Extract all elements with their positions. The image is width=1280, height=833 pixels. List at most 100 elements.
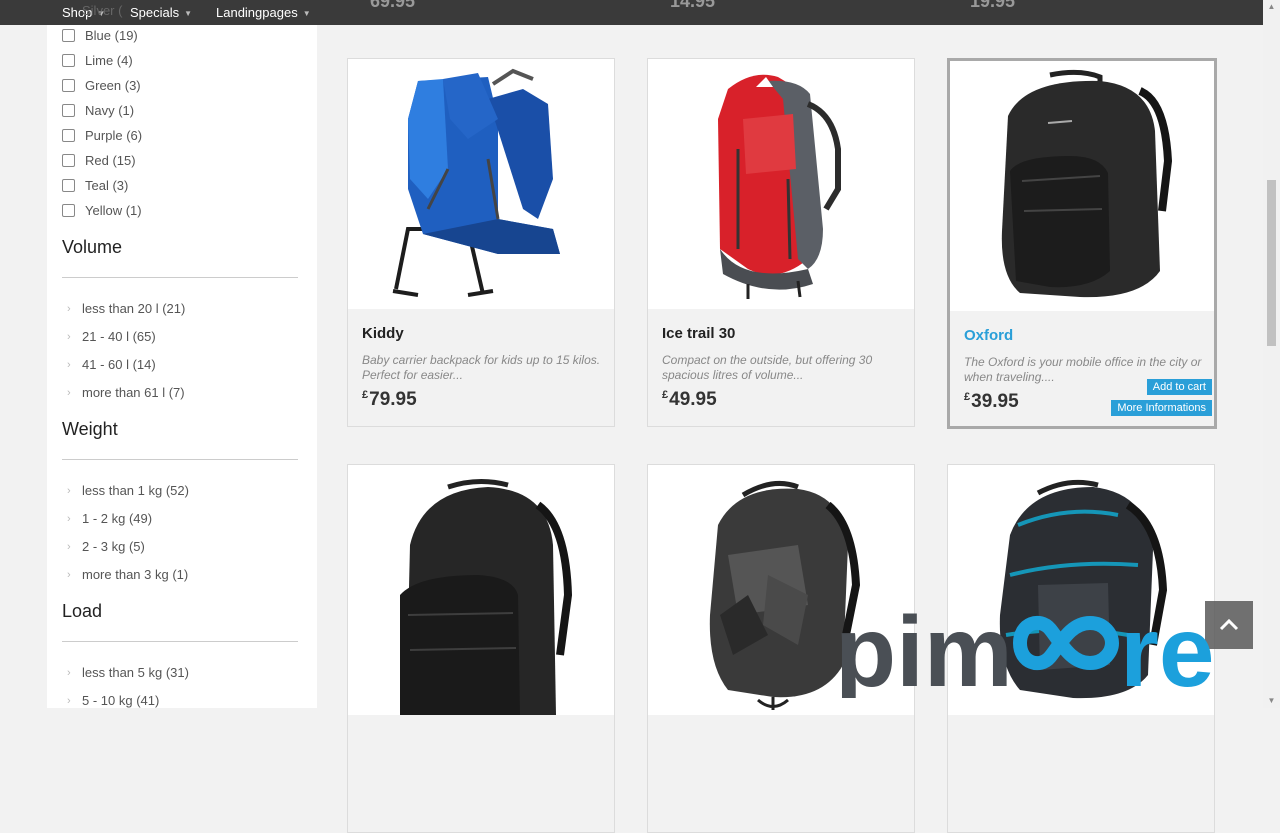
product-name[interactable]: Oxford (964, 327, 1013, 344)
color-label: Yellow (1) (85, 202, 142, 218)
color-label: Purple (6) (85, 127, 143, 143)
product-image[interactable] (348, 59, 614, 309)
filter-color-option[interactable]: Teal (3) (62, 176, 128, 194)
weight-filter-link[interactable]: › 2 - 3 kg (5) (67, 539, 145, 554)
filter-color-option[interactable]: Lime (4) (62, 51, 133, 69)
weight-option-label: less than 1 kg (52) (82, 483, 189, 498)
weight-option-label: more than 3 kg (1) (82, 567, 189, 582)
load-option-label: less than 5 kg (31) (82, 665, 189, 680)
product-name[interactable]: Ice trail 30 (662, 325, 735, 342)
black-office-backpack-icon (1001, 69, 1173, 298)
red-trekking-backpack-icon (718, 74, 841, 299)
currency-symbol: £ (362, 389, 369, 401)
product-image[interactable] (348, 465, 614, 715)
caret-down-icon: ▼ (184, 9, 193, 18)
product-card[interactable]: Kiddy Baby carrier backpack for kids up … (347, 58, 615, 427)
volume-filter-link[interactable]: › less than 20 l (21) (67, 301, 185, 316)
filter-color-option[interactable]: Yellow (1) (62, 201, 142, 219)
checkbox[interactable] (62, 53, 75, 67)
divider (62, 641, 298, 642)
weight-heading: Weight (62, 419, 118, 439)
color-label: Green (3) (85, 77, 141, 93)
product-price: £39.95 (964, 391, 1019, 413)
checkbox[interactable] (62, 78, 75, 92)
price-value: 49.95 (669, 389, 717, 410)
color-label: Teal (3) (85, 177, 129, 193)
product-description: Baby carrier backpack for kids up to 15 … (362, 353, 601, 382)
volume-option-label: 41 - 60 l (14) (82, 357, 156, 372)
product-image[interactable] (950, 61, 1214, 311)
scrolled-price: 69.95 (370, 0, 416, 11)
filter-color-option[interactable]: Purple (6) (62, 126, 142, 144)
filter-color-option[interactable]: Red (15) (62, 151, 136, 169)
chevron-right-icon: › (67, 666, 71, 679)
load-option-label: 5 - 10 kg (41) (82, 693, 160, 708)
product-card[interactable]: Ice trail 30 Compact on the outside, but… (647, 58, 915, 427)
scrolled-price: 19.95 (970, 0, 1016, 11)
checkbox[interactable] (62, 103, 75, 117)
volume-filter-link[interactable]: › 21 - 40 l (65) (67, 329, 156, 344)
product-image[interactable] (648, 59, 914, 309)
svg-text:re: re (1120, 596, 1215, 698)
top-navigation: Shop ▼ Specials ▼ Landingpages ▼ (0, 0, 1263, 25)
chevron-right-icon: › (67, 568, 71, 581)
checkbox[interactable] (62, 28, 75, 42)
weight-option-label: 2 - 3 kg (5) (82, 539, 145, 554)
scroll-thumb[interactable] (1267, 180, 1276, 346)
color-label: Lime (4) (85, 52, 133, 68)
nav-specials[interactable]: Specials ▼ (130, 0, 192, 25)
chevron-right-icon: › (67, 330, 71, 343)
product-card[interactable] (347, 464, 615, 833)
nav-landingpages[interactable]: Landingpages ▼ (216, 0, 311, 25)
price-value: 39.95 (971, 391, 1019, 412)
chevron-right-icon: › (67, 540, 71, 553)
price-value: 79.95 (369, 389, 417, 410)
filter-color-option[interactable]: Green (3) (62, 76, 141, 94)
chevron-right-icon: › (67, 358, 71, 371)
nav-landingpages-label: Landingpages (216, 5, 298, 20)
currency-symbol: £ (662, 389, 669, 401)
scrolled-price: 14.95 (670, 0, 716, 11)
chevron-right-icon: › (67, 512, 71, 525)
checkbox[interactable] (62, 178, 75, 192)
nav-specials-label: Specials (130, 5, 180, 20)
filter-color-option[interactable]: Blue (19) (62, 26, 138, 44)
black-backpack-icon (400, 479, 573, 715)
color-label: Blue (19) (85, 27, 138, 43)
weight-filter-link[interactable]: › 1 - 2 kg (49) (67, 511, 152, 526)
scrolled-filter-text: Silver ( (82, 3, 123, 18)
product-price: £79.95 (362, 389, 417, 411)
weight-filter-link[interactable]: › less than 1 kg (52) (67, 483, 189, 498)
volume-filter-link[interactable]: › more than 61 l (7) (67, 385, 185, 400)
currency-symbol: £ (964, 391, 971, 403)
checkbox[interactable] (62, 153, 75, 167)
divider (62, 277, 298, 278)
product-card-active[interactable]: Oxford The Oxford is your mobile office … (947, 58, 1217, 429)
filter-color-option[interactable]: Navy (1) (62, 101, 134, 119)
caret-down-icon: ▼ (302, 9, 311, 18)
chevron-right-icon: › (67, 694, 71, 707)
chevron-right-icon: › (67, 302, 71, 315)
checkbox[interactable] (62, 128, 75, 142)
scroll-up-icon[interactable]: ▲ (1263, 0, 1280, 14)
volume-heading: Volume (62, 237, 123, 257)
weight-filter-link[interactable]: › more than 3 kg (1) (67, 567, 188, 582)
pimcore-logo-icon: pim re (835, 596, 1215, 708)
load-filter-link[interactable]: › 5 - 10 kg (41) (67, 693, 159, 708)
color-label: Navy (1) (85, 102, 135, 118)
filter-sidebar: Blue (19) Lime (4) Green (3) Navy (1) Pu… (47, 25, 317, 708)
load-heading: Load (62, 601, 103, 621)
volume-option-label: more than 61 l (7) (82, 385, 185, 400)
volume-option-label: 21 - 40 l (65) (82, 329, 156, 344)
chevron-right-icon: › (67, 386, 71, 399)
volume-option-label: less than 20 l (21) (82, 301, 186, 316)
svg-text:pim: pim (835, 596, 1013, 698)
product-name[interactable]: Kiddy (362, 325, 404, 342)
add-to-cart-button[interactable]: Add to cart (1146, 379, 1212, 395)
volume-filter-link[interactable]: › 41 - 60 l (14) (67, 357, 156, 372)
more-information-button[interactable]: More Informations (1111, 400, 1212, 416)
load-filter-link[interactable]: › less than 5 kg (31) (67, 665, 189, 680)
color-label: Red (15) (85, 152, 136, 168)
checkbox[interactable] (62, 203, 75, 217)
blue-child-carrier-icon (392, 68, 560, 297)
